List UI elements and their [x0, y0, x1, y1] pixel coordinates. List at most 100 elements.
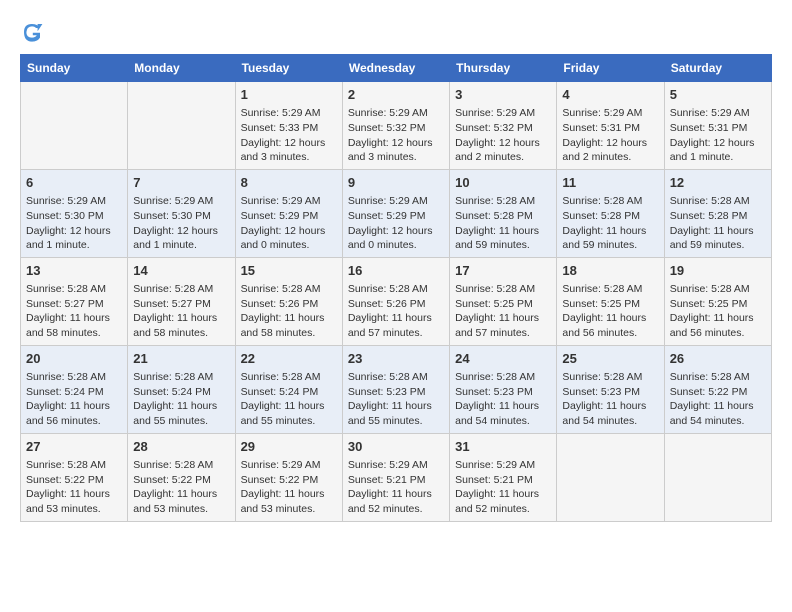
day-info: Sunrise: 5:28 AM: [455, 194, 551, 209]
day-info: Daylight: 11 hours and 52 minutes.: [455, 487, 551, 516]
calendar-cell: [557, 433, 664, 521]
day-info: Sunset: 5:26 PM: [241, 297, 337, 312]
day-info: Sunset: 5:27 PM: [133, 297, 229, 312]
day-info: Sunset: 5:28 PM: [562, 209, 658, 224]
day-number: 18: [562, 262, 658, 280]
calendar-cell: 4Sunrise: 5:29 AMSunset: 5:31 PMDaylight…: [557, 82, 664, 170]
calendar-cell: 15Sunrise: 5:28 AMSunset: 5:26 PMDayligh…: [235, 257, 342, 345]
day-info: Sunrise: 5:29 AM: [241, 106, 337, 121]
day-info: Sunset: 5:22 PM: [241, 473, 337, 488]
calendar-week-row: 20Sunrise: 5:28 AMSunset: 5:24 PMDayligh…: [21, 345, 772, 433]
day-info: Sunrise: 5:28 AM: [455, 282, 551, 297]
day-info: Sunrise: 5:28 AM: [26, 458, 122, 473]
calendar-cell: [128, 82, 235, 170]
day-info: Sunrise: 5:28 AM: [348, 282, 444, 297]
day-info: Sunrise: 5:28 AM: [670, 194, 766, 209]
day-info: Sunset: 5:33 PM: [241, 121, 337, 136]
day-info: Daylight: 11 hours and 56 minutes.: [26, 399, 122, 428]
day-info: Sunrise: 5:28 AM: [670, 370, 766, 385]
day-number: 26: [670, 350, 766, 368]
day-number: 31: [455, 438, 551, 456]
day-info: Daylight: 12 hours and 2 minutes.: [455, 136, 551, 165]
calendar-cell: 17 Sunrise: 5:28 AMSunset: 5:25 PMDayligh…: [450, 257, 557, 345]
day-info: Daylight: 11 hours and 56 minutes.: [670, 311, 766, 340]
day-info: Daylight: 11 hours and 57 minutes.: [455, 311, 551, 340]
day-info: Sunset: 5:23 PM: [562, 385, 658, 400]
day-number: 13: [26, 262, 122, 280]
day-info: Sunset: 5:29 PM: [348, 209, 444, 224]
day-info: Daylight: 11 hours and 54 minutes.: [455, 399, 551, 428]
day-info: Daylight: 12 hours and 2 minutes.: [562, 136, 658, 165]
day-number: 5: [670, 86, 766, 104]
day-info: Daylight: 11 hours and 54 minutes.: [562, 399, 658, 428]
day-number: 16: [348, 262, 444, 280]
day-info: Sunrise: 5:29 AM: [26, 194, 122, 209]
day-info: Daylight: 12 hours and 3 minutes.: [348, 136, 444, 165]
day-info: Sunrise: 5:28 AM: [562, 370, 658, 385]
calendar-cell: 9Sunrise: 5:29 AMSunset: 5:29 PMDaylight…: [342, 169, 449, 257]
calendar-cell: 26Sunrise: 5:28 AMSunset: 5:22 PMDayligh…: [664, 345, 771, 433]
day-info: Sunrise: 5:28 AM: [26, 370, 122, 385]
day-info: Sunset: 5:31 PM: [562, 121, 658, 136]
calendar-cell: 23Sunrise: 5:28 AMSunset: 5:23 PMDayligh…: [342, 345, 449, 433]
day-info: Sunset: 5:31 PM: [670, 121, 766, 136]
day-info: Daylight: 11 hours and 53 minutes.: [133, 487, 229, 516]
day-info: Daylight: 11 hours and 54 minutes.: [670, 399, 766, 428]
day-info: Sunset: 5:32 PM: [348, 121, 444, 136]
calendar-cell: [664, 433, 771, 521]
calendar-cell: 6Sunrise: 5:29 AMSunset: 5:30 PMDaylight…: [21, 169, 128, 257]
day-info: Sunset: 5:25 PM: [455, 297, 551, 312]
calendar-cell: 27Sunrise: 5:28 AMSunset: 5:22 PMDayligh…: [21, 433, 128, 521]
calendar-week-row: 27Sunrise: 5:28 AMSunset: 5:22 PMDayligh…: [21, 433, 772, 521]
day-info: Sunrise: 5:29 AM: [241, 194, 337, 209]
day-info: Sunrise: 5:28 AM: [133, 458, 229, 473]
day-number: 28: [133, 438, 229, 456]
weekday-header-thursday: Thursday: [450, 55, 557, 82]
calendar-week-row: 1Sunrise: 5:29 AMSunset: 5:33 PMDaylight…: [21, 82, 772, 170]
day-info: Daylight: 11 hours and 58 minutes.: [133, 311, 229, 340]
day-info: Sunrise: 5:28 AM: [670, 282, 766, 297]
day-number: 14: [133, 262, 229, 280]
day-info: Sunrise: 5:28 AM: [562, 194, 658, 209]
day-info: Sunrise: 5:29 AM: [348, 194, 444, 209]
day-info: Sunrise: 5:28 AM: [26, 282, 122, 297]
day-number: 22: [241, 350, 337, 368]
day-info: Sunrise: 5:28 AM: [348, 370, 444, 385]
calendar-cell: 24Sunrise: 5:28 AMSunset: 5:23 PMDayligh…: [450, 345, 557, 433]
day-number: 17: [455, 262, 551, 280]
day-number: 11: [562, 174, 658, 192]
day-number: 21: [133, 350, 229, 368]
day-info: Sunset: 5:22 PM: [26, 473, 122, 488]
day-number: 27: [26, 438, 122, 456]
calendar-cell: 25Sunrise: 5:28 AMSunset: 5:23 PMDayligh…: [557, 345, 664, 433]
calendar-cell: 7Sunrise: 5:29 AMSunset: 5:30 PMDaylight…: [128, 169, 235, 257]
calendar-cell: 8Sunrise: 5:29 AMSunset: 5:29 PMDaylight…: [235, 169, 342, 257]
day-number: 23: [348, 350, 444, 368]
logo-icon: [20, 20, 44, 44]
day-info: Sunset: 5:25 PM: [670, 297, 766, 312]
calendar-cell: 5Sunrise: 5:29 AMSunset: 5:31 PMDaylight…: [664, 82, 771, 170]
day-info: Daylight: 11 hours and 57 minutes.: [348, 311, 444, 340]
day-info: Sunset: 5:27 PM: [26, 297, 122, 312]
calendar-cell: 14 Sunrise: 5:28 AMSunset: 5:27 PMDayligh…: [128, 257, 235, 345]
calendar-cell: 22Sunrise: 5:28 AMSunset: 5:24 PMDayligh…: [235, 345, 342, 433]
calendar-cell: 3Sunrise: 5:29 AMSunset: 5:32 PMDaylight…: [450, 82, 557, 170]
day-number: 2: [348, 86, 444, 104]
calendar-cell: 31Sunrise: 5:29 AMSunset: 5:21 PMDayligh…: [450, 433, 557, 521]
day-info: Daylight: 11 hours and 55 minutes.: [133, 399, 229, 428]
day-info: Daylight: 11 hours and 55 minutes.: [241, 399, 337, 428]
day-info: Daylight: 11 hours and 58 minutes.: [26, 311, 122, 340]
day-info: Daylight: 11 hours and 59 minutes.: [562, 224, 658, 253]
day-info: Daylight: 11 hours and 59 minutes.: [455, 224, 551, 253]
calendar-week-row: 6Sunrise: 5:29 AMSunset: 5:30 PMDaylight…: [21, 169, 772, 257]
calendar-cell: 19Sunrise: 5:28 AMSunset: 5:25 PMDayligh…: [664, 257, 771, 345]
day-info: Sunrise: 5:28 AM: [133, 282, 229, 297]
day-info: Sunset: 5:23 PM: [455, 385, 551, 400]
calendar-cell: 11 Sunrise: 5:28 AMSunset: 5:28 PMDayligh…: [557, 169, 664, 257]
calendar-table: SundayMondayTuesdayWednesdayThursdayFrid…: [20, 54, 772, 522]
day-info: Sunrise: 5:29 AM: [133, 194, 229, 209]
day-info: Sunset: 5:24 PM: [241, 385, 337, 400]
day-info: Sunrise: 5:29 AM: [348, 106, 444, 121]
day-number: 24: [455, 350, 551, 368]
calendar-cell: [21, 82, 128, 170]
